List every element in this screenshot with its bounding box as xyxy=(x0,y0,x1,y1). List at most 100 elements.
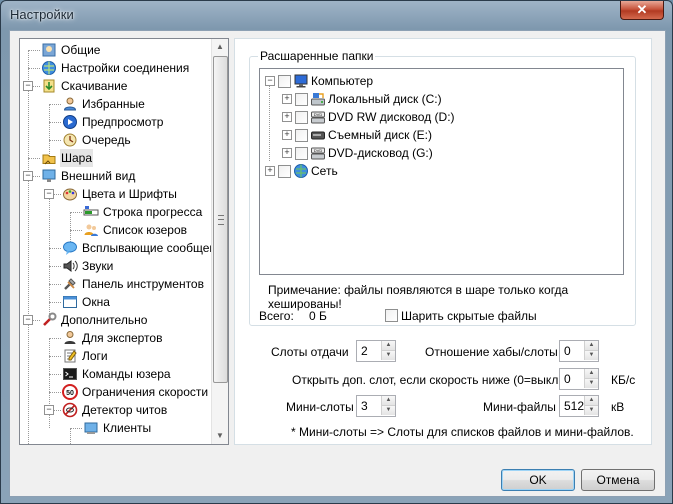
title-bar[interactable]: Настройки ✕ xyxy=(1,1,672,29)
hub-slot-ratio-value[interactable]: 0 xyxy=(564,344,571,358)
extra-slot-value[interactable]: 0 xyxy=(564,372,571,386)
dvd-icon: DVD xyxy=(310,109,326,125)
mini-files-spinner[interactable]: 512 ▲ ▼ xyxy=(559,395,599,417)
mini-slots-value[interactable]: 3 xyxy=(361,399,368,413)
folder-item[interactable]: Компьютер xyxy=(260,72,620,90)
tree-item-label[interactable]: Общие xyxy=(60,41,101,59)
folder-label[interactable]: Локальный диск (C:) xyxy=(328,90,442,108)
cancel-button[interactable]: Отмена xyxy=(581,469,655,491)
tree-item-label[interactable]: Звуки xyxy=(81,257,114,275)
tree-item[interactable]: Всплывающие сообщения xyxy=(20,239,211,257)
spin-up-icon[interactable]: ▲ xyxy=(381,341,395,351)
upload-slots-value[interactable]: 2 xyxy=(361,344,368,358)
folder-item[interactable]: DVD DVD-дисковод (G:) xyxy=(260,144,620,162)
folder-item[interactable]: Сеть xyxy=(260,162,620,180)
mini-files-value[interactable]: 512 xyxy=(564,399,584,413)
tree-item-label[interactable]: Настройки соединения xyxy=(60,59,190,77)
share-hidden-checkbox[interactable] xyxy=(385,309,398,322)
tree-item-label[interactable]: Всплывающие сообщения xyxy=(81,239,211,257)
folder-checkbox[interactable] xyxy=(295,93,308,106)
tree-item[interactable]: Избранные xyxy=(20,95,211,113)
upload-slots-spinner[interactable]: 2 ▲ ▼ xyxy=(356,340,396,362)
close-button[interactable]: ✕ xyxy=(620,1,664,20)
spin-up-icon[interactable]: ▲ xyxy=(584,369,598,379)
scroll-up-arrow-icon[interactable]: ▲ xyxy=(212,39,228,55)
folder-checkbox[interactable] xyxy=(278,165,291,178)
general-icon xyxy=(41,42,57,58)
tree-item[interactable]: Строка прогресса xyxy=(20,203,211,221)
tree-item-label[interactable]: Предпросмотр xyxy=(81,113,164,131)
mini-slots-spinner[interactable]: 3 ▲ ▼ xyxy=(356,395,396,417)
tree-item[interactable]: Логи xyxy=(20,347,211,365)
tree-item[interactable]: Клиенты xyxy=(20,419,211,437)
spin-down-icon[interactable]: ▼ xyxy=(381,406,395,415)
tree-item[interactable]: Звуки xyxy=(20,257,211,275)
tree-item-label[interactable]: Избранные xyxy=(81,95,146,113)
tree-item-label[interactable]: Окна xyxy=(81,293,111,311)
tree-item-label[interactable]: Строка прогресса xyxy=(102,203,203,221)
tree-item[interactable]: Очередь xyxy=(20,131,211,149)
tree-item-label[interactable]: Внешний вид xyxy=(60,167,136,185)
tree-item[interactable]: Детектор читов xyxy=(20,401,211,419)
folder-item[interactable]: DVD DVD RW дисковод (D:) xyxy=(260,108,620,126)
tree-item-label[interactable]: Команды юзера xyxy=(81,365,172,383)
folder-label[interactable]: Сеть xyxy=(311,162,338,180)
tree-item[interactable]: Дополнительно xyxy=(20,311,211,329)
hub-slot-ratio-spinner[interactable]: 0 ▲ ▼ xyxy=(559,340,599,362)
tree-item-label[interactable]: Панель инструментов xyxy=(81,275,205,293)
removable-icon xyxy=(310,127,326,143)
folder-label[interactable]: Съемный диск (E:) xyxy=(328,126,432,144)
globe-icon xyxy=(41,60,57,76)
tree-item[interactable]: Настройки соединения xyxy=(20,59,211,77)
extra-slot-spinner[interactable]: 0 ▲ ▼ xyxy=(559,368,599,390)
tree-item[interactable]: Список юзеров xyxy=(20,221,211,239)
tree-item[interactable]: Предпросмотр xyxy=(20,113,211,131)
tree-item[interactable]: Для экспертов xyxy=(20,329,211,347)
folder-checkbox[interactable] xyxy=(295,111,308,124)
tree-item-label[interactable]: Клиенты xyxy=(102,419,152,437)
spin-down-icon[interactable]: ▼ xyxy=(381,351,395,360)
scroll-thumb[interactable] xyxy=(213,56,228,383)
folder-checkbox[interactable] xyxy=(295,147,308,160)
tree-item[interactable]: Шара xyxy=(20,149,211,167)
tree-scrollbar[interactable]: ▲ ▼ xyxy=(211,39,228,444)
folder-item[interactable]: Съемный диск (E:) xyxy=(260,126,620,144)
tree-item[interactable]: Команды юзера xyxy=(20,365,211,383)
tree-item-label[interactable]: Список юзеров xyxy=(102,221,188,239)
folder-label[interactable]: DVD-дисковод (G:) xyxy=(328,144,433,162)
folder-checkbox[interactable] xyxy=(278,75,291,88)
spin-up-icon[interactable]: ▲ xyxy=(584,396,598,406)
tree-item[interactable]: Цвета и Шрифты xyxy=(20,185,211,203)
folder-label[interactable]: DVD RW дисковод (D:) xyxy=(328,108,455,126)
share-hidden-label[interactable]: Шарить скрытые файлы xyxy=(401,309,537,323)
spin-down-icon[interactable]: ▼ xyxy=(584,379,598,388)
dialog-client: Общие Настройки соединения − Скачивание Избр… xyxy=(9,30,666,497)
tree-item[interactable]: Панель инструментов xyxy=(20,275,211,293)
tree-item-label[interactable]: Для экспертов xyxy=(81,329,163,347)
tree-item[interactable]: Общие xyxy=(20,41,211,59)
tree-item[interactable]: Скачивание xyxy=(20,77,211,95)
clients-icon xyxy=(83,420,99,436)
spin-up-icon[interactable]: ▲ xyxy=(584,341,598,351)
spin-down-icon[interactable]: ▼ xyxy=(584,351,598,360)
tree-item-label[interactable]: Детектор читов xyxy=(81,401,168,419)
tree-item[interactable]: Окна xyxy=(20,293,211,311)
mini-slots-note: * Мини-слоты => Слоты для списков файлов… xyxy=(291,425,634,439)
tree-item-label[interactable]: Цвета и Шрифты xyxy=(81,185,178,203)
tree-item[interactable]: 50 Ограничения скорости xyxy=(20,383,211,401)
tree-item-label[interactable]: Очередь xyxy=(81,131,132,149)
tree-item-label[interactable]: Ограничения скорости xyxy=(81,383,209,401)
spin-up-icon[interactable]: ▲ xyxy=(381,396,395,406)
folder-item[interactable]: Локальный диск (C:) xyxy=(260,90,620,108)
tree-item-label[interactable]: Логи xyxy=(81,347,109,365)
tree-item[interactable]: Внешний вид xyxy=(20,167,211,185)
spin-down-icon[interactable]: ▼ xyxy=(584,406,598,415)
tree-item-label[interactable]: Шара xyxy=(60,149,94,167)
scroll-down-arrow-icon[interactable]: ▼ xyxy=(212,428,228,444)
windows-icon xyxy=(62,294,78,310)
folder-label[interactable]: Компьютер xyxy=(311,72,373,90)
ok-button[interactable]: OK xyxy=(501,469,575,491)
folder-checkbox[interactable] xyxy=(295,129,308,142)
tree-item-label[interactable]: Дополнительно xyxy=(60,311,148,329)
tree-item-label[interactable]: Скачивание xyxy=(60,77,128,95)
